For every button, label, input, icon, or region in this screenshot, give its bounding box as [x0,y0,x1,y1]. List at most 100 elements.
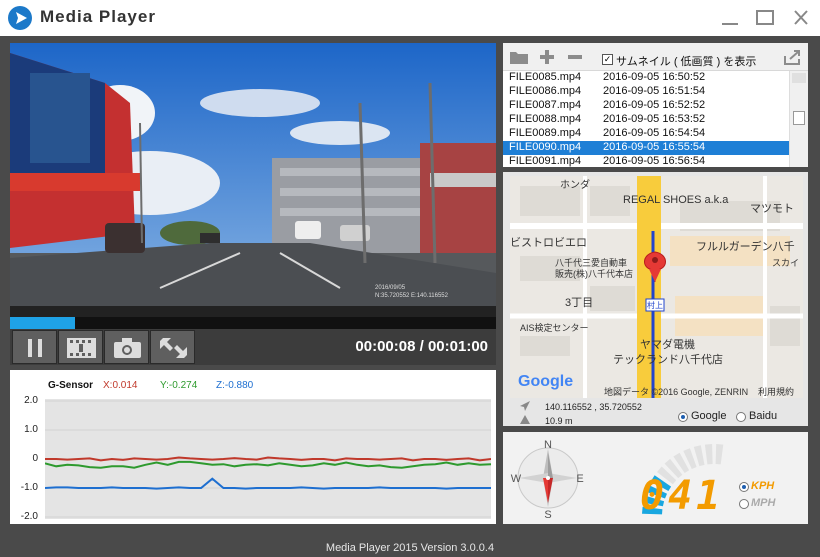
speed-readout: 041 [640,473,725,519]
file-row[interactable]: FILE0089.mp4 2016-09-05 16:54:54 [503,127,789,141]
window-title: Media Player [40,7,156,26]
camera-icon [114,338,141,358]
frame-step-button[interactable] [58,330,103,364]
file-row[interactable]: FILE0086.mp4 2016-09-05 16:51:54 [503,85,789,99]
map-attribution: 地図データ ©2016 Google, ZENRIN [604,387,749,397]
file-name: FILE0085.mp4 [509,71,582,83]
title-bar: Media Player [0,0,820,36]
scroll-up-arrow[interactable] [792,73,806,83]
map-terms-link[interactable]: 利用規約 [758,385,794,398]
pause-button[interactable] [12,330,57,364]
map-label-yamada: ヤマダ電機 [640,339,695,351]
file-date: 2016-09-05 16:52:52 [603,99,706,111]
file-date: 2016-09-05 16:51:54 [603,85,706,97]
series-line-y [44,460,492,469]
add-icon[interactable] [539,49,555,65]
current-time: 00:00:08 [355,338,416,355]
map-label-yamada2: テックランド八千代店 [613,354,723,366]
app-logo-icon [8,6,32,30]
g-sensor-y-legend: Y:-0.274 [160,380,198,391]
file-row[interactable]: FILE0085.mp4 2016-09-05 16:50:52 [503,71,789,85]
map-view[interactable]: ホンダ REGAL SHOES a.k.a マツモト ビストロビエロ フルルガー… [510,176,803,398]
map-label-station: 村上 [647,301,663,310]
series-line-z [44,477,491,490]
maximize-button[interactable] [752,6,778,30]
file-list-scrollbar[interactable] [789,71,808,167]
playback-time: 00:00:08 / 00:01:00 [355,338,488,355]
fullscreen-button[interactable] [150,330,195,364]
compass-s: S [544,509,551,521]
map-label-regal: REGAL SHOES a.k.a [623,194,729,206]
y-tick-label: -1.0 [20,482,38,493]
time-separator: / [419,338,424,355]
provider-google-radio[interactable] [678,412,688,422]
unit-kph-label: KPH [751,480,775,492]
altitude-icon [520,415,530,424]
gauge-segment [715,444,724,465]
g-sensor-plot-area [44,399,492,519]
map-label-matsumoto: マツモト [750,203,794,215]
file-row[interactable]: FILE0090.mp4 2016-09-05 16:55:54 [503,141,789,155]
compass-e: E [576,473,583,485]
remove-icon[interactable] [567,49,583,65]
compass-n: N [544,439,552,451]
map-label-chome: 3丁目 [565,297,594,309]
map-label-ais: AIS検定センター [520,323,589,333]
provider-baidu-radio[interactable] [736,412,746,422]
unit-mph-label: MPH [751,497,776,509]
file-name: FILE0088.mp4 [509,113,582,125]
scroll-thumb[interactable] [793,111,805,125]
close-button[interactable] [788,6,814,30]
player-controls: 00:00:08 / 00:01:00 [10,329,496,365]
map-label-sky: スカイ [772,258,800,268]
unit-mph-radio[interactable] [739,499,749,509]
film-strip-icon [67,338,96,358]
g-sensor-title: G-Sensor [48,380,94,391]
video-frame[interactable]: 2016/09/05 N:35.720552 E:140.116552 [10,43,496,330]
map-label-flower: フルルガーデン八千 [696,241,795,253]
compass-w: W [511,473,522,485]
file-name: FILE0087.mp4 [509,99,582,111]
video-progress-bar[interactable] [10,317,496,329]
map-label-shop: ホンダ [560,180,590,191]
video-progress-fill [10,317,75,329]
pause-icon [28,339,42,357]
status-bar: Media Player 2015 Version 3.0.0.4 [325,542,495,554]
provider-baidu-label: Baidu [749,410,778,422]
thumbnail-label: サムネイル ( 低画質 ) を表示 [616,56,757,68]
g-sensor-x-legend: X:0.014 [103,380,138,391]
file-date: 2016-09-05 16:55:54 [603,141,706,153]
file-name: FILE0091.mp4 [509,155,582,167]
map-label-sanmitsu2: 販売(株)八千代本店 [555,269,633,279]
file-name: FILE0090.mp4 [509,141,582,153]
location-arrow-icon [520,401,530,411]
unit-kph-radio[interactable] [739,482,749,492]
gauge-segment [704,444,713,465]
file-date: 2016-09-05 16:53:52 [603,113,706,125]
app-window: Media Player 2016/09/05 N:35.720552 E:14… [0,0,820,557]
export-icon[interactable] [783,48,803,66]
y-tick-label: -2.0 [20,511,38,522]
compass-icon: N E S W [511,439,584,521]
thumbnail-checkbox[interactable]: ✓ [602,54,613,65]
file-date: 2016-09-05 16:54:54 [603,127,706,139]
folder-icon[interactable] [509,48,529,66]
provider-google-label: Google [691,410,727,422]
file-row[interactable]: FILE0091.mp4 2016-09-05 16:56:54 [503,155,789,167]
fullscreen-icon [160,338,187,358]
map-coordinates: 140.116552 , 35.720552 [545,402,642,412]
file-name: FILE0089.mp4 [509,127,582,139]
file-name: FILE0086.mp4 [509,85,582,97]
g-sensor-z-legend: Z:-0.880 [216,380,254,391]
file-row[interactable]: FILE0088.mp4 2016-09-05 16:53:52 [503,113,789,127]
snapshot-button[interactable] [104,330,149,364]
file-row[interactable]: FILE0087.mp4 2016-09-05 16:52:52 [503,99,789,113]
file-date: 2016-09-05 16:50:52 [603,71,706,83]
file-list: FILE0085.mp4 2016-09-05 16:50:52 FILE0086.… [503,71,789,167]
total-time: 00:01:00 [427,338,488,355]
y-tick-label: 0 [32,453,38,464]
map-altitude: 10.9 m [545,416,573,426]
map-label-bistro: ビストロビエロ [510,237,587,249]
minimize-button[interactable] [717,6,743,30]
file-toolbar: ✓ サムネイル ( 低画質 ) を表示 [503,43,808,71]
